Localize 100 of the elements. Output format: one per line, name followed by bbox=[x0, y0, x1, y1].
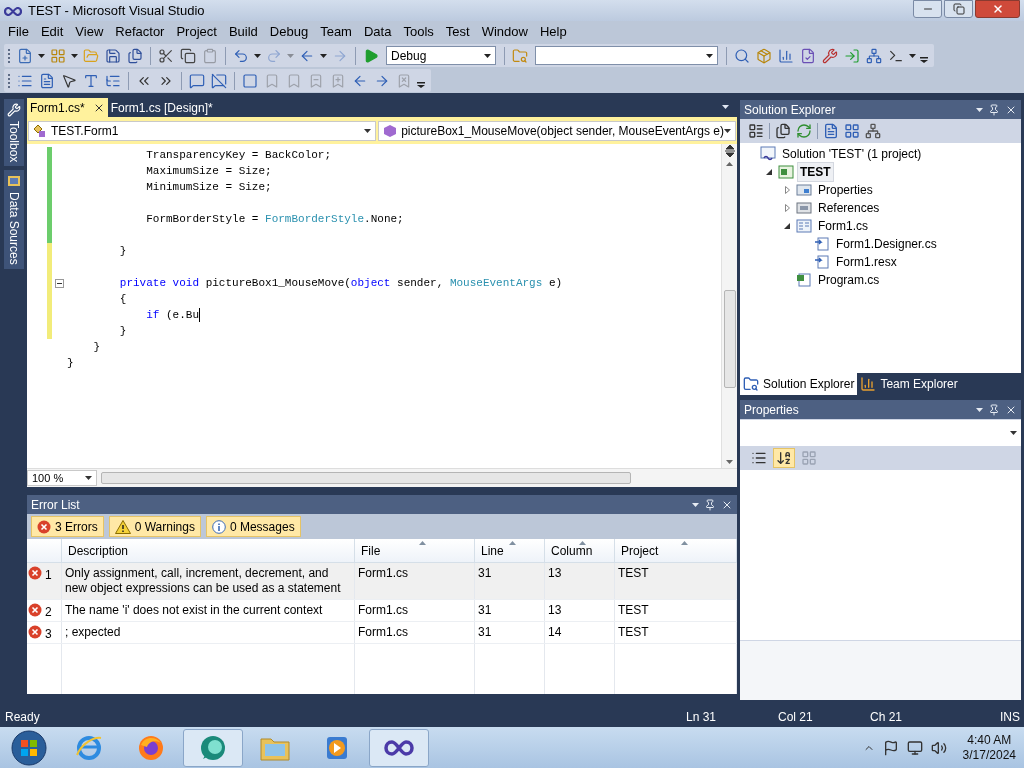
filter-toggle[interactable]: 0 Warnings bbox=[108, 516, 201, 537]
zoom-dropdown[interactable]: 100 % bbox=[27, 470, 97, 486]
caret-icon[interactable] bbox=[38, 53, 45, 58]
split-icon[interactable] bbox=[723, 144, 736, 158]
menu-item[interactable]: Team bbox=[314, 22, 358, 42]
column-header[interactable]: Description bbox=[62, 539, 355, 562]
package-icon[interactable] bbox=[756, 47, 772, 64]
sort-az-icon[interactable] bbox=[776, 450, 792, 466]
list-icon[interactable] bbox=[751, 450, 767, 466]
tree-item[interactable]: Form1.cs bbox=[815, 216, 871, 236]
minimize-button[interactable] bbox=[913, 0, 942, 18]
document-icon[interactable] bbox=[823, 123, 839, 139]
filter-toggle[interactable]: 3 Errors bbox=[31, 516, 104, 537]
square-icon[interactable] bbox=[242, 72, 258, 89]
overflow-icon[interactable] bbox=[920, 56, 928, 63]
vertical-scrollbar[interactable] bbox=[721, 144, 737, 468]
caret-icon[interactable] bbox=[85, 476, 92, 480]
search-icon[interactable] bbox=[734, 47, 750, 64]
list-icon[interactable] bbox=[748, 123, 764, 139]
uncomment-icon[interactable] bbox=[211, 72, 227, 89]
collapse-arrow-icon[interactable] bbox=[784, 223, 790, 229]
document-tab[interactable]: Form1.cs* bbox=[27, 98, 108, 117]
menu-item[interactable]: Build bbox=[222, 22, 264, 42]
taskbar-button[interactable] bbox=[183, 728, 243, 767]
speaker-icon[interactable] bbox=[930, 739, 947, 756]
network-icon[interactable] bbox=[906, 739, 923, 756]
bar-chart-icon[interactable] bbox=[778, 47, 794, 64]
column-header[interactable]: Project bbox=[615, 539, 737, 562]
configuration-dropdown[interactable]: Debug bbox=[386, 46, 496, 65]
error-row[interactable]: 2 The name 'i' does not exist in the current context Form1.cs 31 13 TEST bbox=[27, 600, 737, 622]
filter-toggle[interactable]: 0 Messages bbox=[205, 516, 301, 537]
member-dropdown[interactable]: pictureBox1_MouseMove(object sender, MouseEventArgs e) bbox=[378, 121, 736, 141]
pin-icon[interactable] bbox=[988, 403, 1000, 416]
network-icon[interactable] bbox=[866, 47, 882, 64]
tree-item[interactable]: Properties bbox=[815, 180, 876, 200]
error-row[interactable]: 3 ; expected Form1.cs 31 14 TEST bbox=[27, 622, 737, 644]
scroll-thumb[interactable] bbox=[723, 290, 736, 388]
restore-button[interactable] bbox=[944, 0, 973, 18]
tree-item[interactable]: References bbox=[815, 198, 883, 218]
document-tab[interactable]: Form1.cs [Design]* bbox=[107, 98, 216, 117]
collapse-arrow-icon[interactable] bbox=[766, 169, 772, 175]
column-header[interactable]: Line bbox=[475, 539, 545, 562]
save-all-icon[interactable] bbox=[127, 47, 143, 64]
pin-icon[interactable] bbox=[704, 498, 716, 511]
new-file-icon[interactable] bbox=[17, 47, 33, 64]
caret-icon[interactable] bbox=[364, 129, 372, 133]
network-icon[interactable] bbox=[865, 123, 881, 139]
menu-item[interactable]: Project bbox=[170, 22, 223, 42]
taskbar-button[interactable] bbox=[369, 728, 429, 767]
file-check-icon[interactable] bbox=[800, 47, 816, 64]
caret-icon[interactable] bbox=[484, 53, 491, 58]
grid-icon[interactable] bbox=[50, 47, 66, 64]
flag-icon[interactable] bbox=[882, 739, 899, 756]
refresh-icon[interactable] bbox=[796, 123, 812, 139]
caret-icon[interactable] bbox=[71, 53, 78, 58]
tree-item[interactable]: Solution 'TEST' (1 project) bbox=[779, 144, 925, 164]
document-icon[interactable] bbox=[39, 72, 55, 89]
menu-item[interactable]: Test bbox=[439, 22, 476, 42]
expand-arrow-icon[interactable] bbox=[784, 186, 790, 194]
error-row[interactable]: 1 Only assignment, call, increment, decrement, and new object expressions can be used as a statement Form1.cs 31 13 TEST bbox=[27, 563, 737, 600]
caret-icon[interactable] bbox=[706, 53, 713, 58]
tree-item[interactable]: Form1.Designer.cs bbox=[833, 234, 940, 254]
files-icon[interactable] bbox=[775, 123, 791, 139]
import-arrow-icon[interactable] bbox=[844, 47, 860, 64]
grid-icon[interactable] bbox=[844, 123, 860, 139]
caret-icon[interactable] bbox=[254, 53, 261, 58]
menu-item[interactable]: View bbox=[69, 22, 110, 42]
cut-icon[interactable] bbox=[158, 47, 174, 64]
caret-icon[interactable] bbox=[320, 53, 327, 58]
side-tab[interactable]: Data Sources bbox=[3, 170, 24, 270]
comment-icon[interactable] bbox=[189, 72, 205, 89]
menu-item[interactable]: Data bbox=[357, 22, 398, 42]
collapse-icon[interactable] bbox=[55, 278, 64, 288]
copy-icon[interactable] bbox=[180, 47, 196, 64]
menu-item[interactable]: Refactor bbox=[109, 22, 171, 42]
pointer-icon[interactable] bbox=[61, 72, 77, 89]
menu-item[interactable]: File bbox=[2, 22, 35, 42]
play-icon[interactable] bbox=[363, 47, 379, 64]
clock-time[interactable]: 4:40 AM bbox=[967, 732, 1012, 748]
class-dropdown[interactable]: TEST.Form1 bbox=[28, 121, 377, 141]
wrench-icon[interactable] bbox=[822, 47, 838, 64]
overflow-icon[interactable] bbox=[417, 81, 425, 88]
menu-item[interactable]: Window bbox=[475, 22, 534, 42]
menu-item[interactable]: Debug bbox=[263, 22, 315, 42]
panel-tab[interactable]: Solution Explorer bbox=[740, 373, 858, 395]
start-button[interactable] bbox=[11, 729, 47, 766]
column-header[interactable]: Column bbox=[545, 539, 615, 562]
caret-icon[interactable] bbox=[722, 105, 729, 109]
menu-item[interactable]: Help bbox=[533, 22, 573, 42]
caret-icon[interactable] bbox=[909, 53, 916, 58]
expand-arrow-icon[interactable] bbox=[784, 204, 790, 212]
caret-icon[interactable] bbox=[724, 129, 731, 133]
tree-item[interactable]: TEST bbox=[797, 162, 834, 182]
side-tab[interactable]: Toolbox bbox=[3, 99, 24, 167]
pin-icon[interactable] bbox=[988, 103, 1000, 116]
column-header[interactable]: File bbox=[355, 539, 475, 562]
clock-date[interactable]: 3/17/2024 bbox=[962, 747, 1016, 763]
save-icon[interactable] bbox=[105, 47, 121, 64]
undo-icon[interactable] bbox=[233, 47, 249, 64]
menu-item[interactable]: Tools bbox=[397, 22, 440, 42]
